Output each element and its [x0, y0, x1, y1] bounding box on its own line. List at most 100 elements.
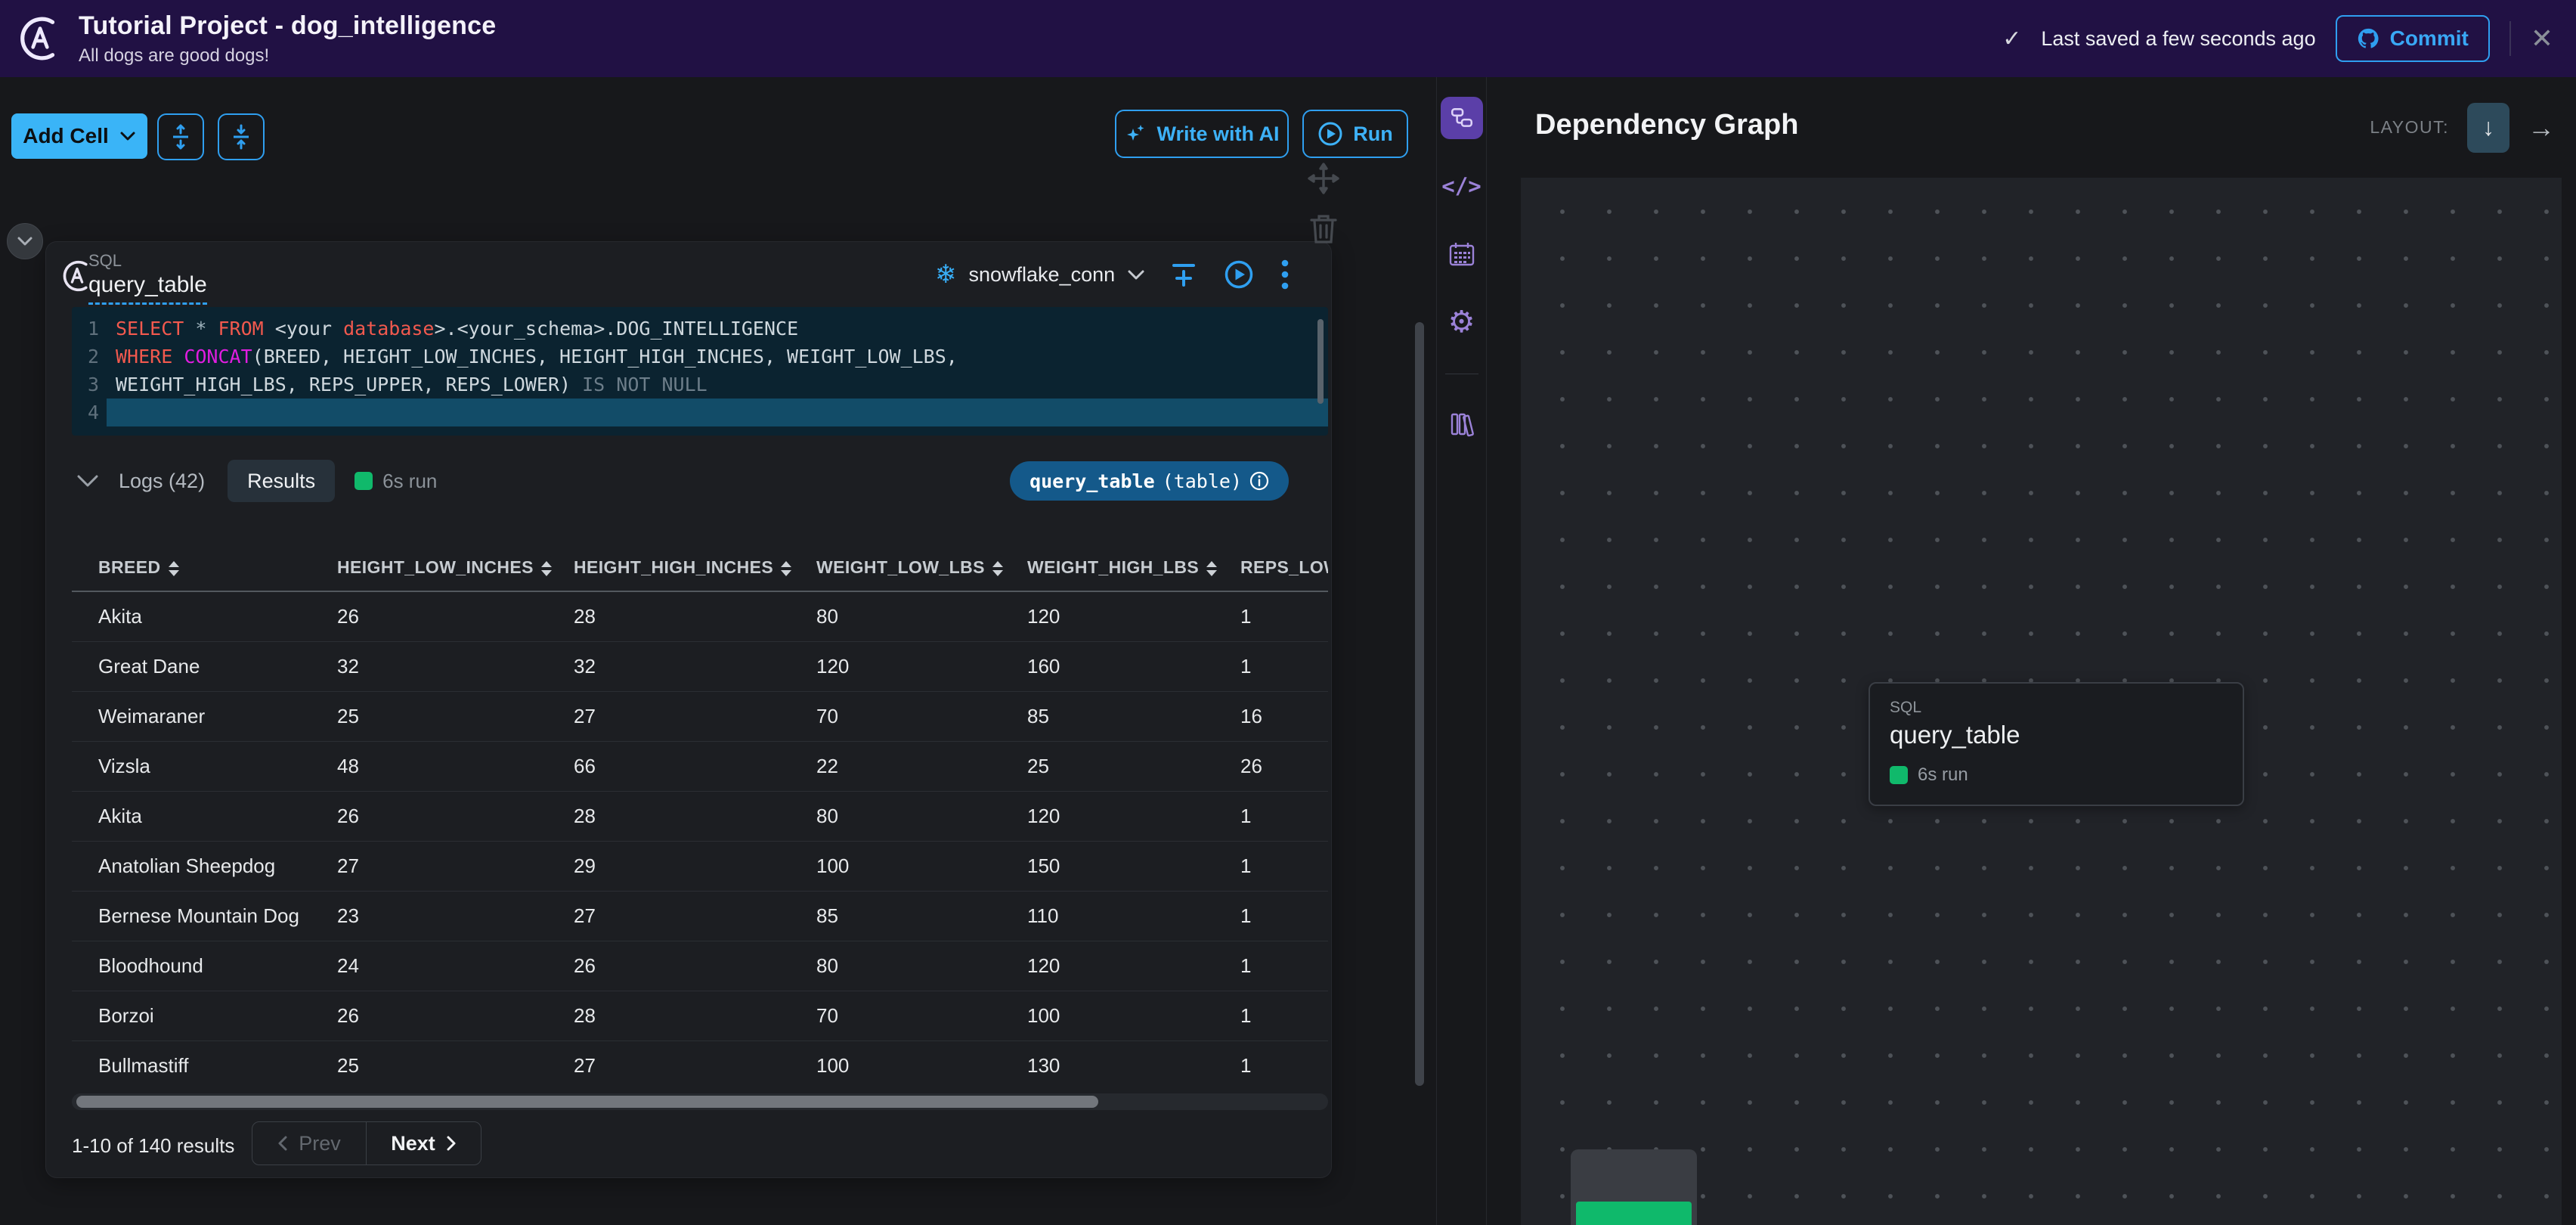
cell-menu-icon[interactable]	[1281, 259, 1289, 290]
add-filter-icon[interactable]	[1171, 259, 1197, 290]
code-text: WEIGHT_HIGH_LBS, REPS_UPPER, REPS_LOWER)…	[116, 374, 707, 395]
column-header[interactable]: REPS_LOWER	[1240, 544, 1328, 592]
sort-icon[interactable]	[781, 560, 792, 576]
table-cell: 28	[574, 791, 816, 842]
close-icon[interactable]: ✕	[2531, 25, 2553, 52]
table-cell: 100	[816, 1040, 1027, 1090]
code-line[interactable]: 2 WHERE CONCAT(BREED, HEIGHT_LOW_INCHES, …	[72, 343, 1328, 371]
column-header[interactable]: HEIGHT_HIGH_INCHES	[574, 544, 816, 592]
sidebar-item-library[interactable]	[1441, 403, 1483, 445]
output-table-badge[interactable]: query_table (table)	[1010, 461, 1289, 501]
table-cell: 1	[1240, 941, 1328, 991]
run-success-indicator	[1890, 766, 1908, 784]
sort-icon[interactable]	[1206, 560, 1218, 576]
graph-icon	[1451, 108, 1472, 127]
panel-title: Dependency Graph	[1535, 109, 1799, 141]
sql-code-editor[interactable]: 1 SELECT * FROM <your database>.<your_sch…	[72, 307, 1328, 436]
graph-minimap[interactable]	[1571, 1149, 1697, 1225]
notebook-scrollbar[interactable]	[1415, 304, 1424, 1174]
project-title[interactable]: Tutorial Project - dog_intelligence	[79, 11, 496, 41]
column-header[interactable]: WEIGHT_LOW_LBS	[816, 544, 1027, 592]
cell-name-input[interactable]: query_table	[88, 272, 207, 305]
table-cell: 28	[574, 591, 816, 642]
column-header[interactable]: HEIGHT_LOW_INCHES	[337, 544, 574, 592]
table-cell: Great Dane	[72, 641, 337, 692]
table-cell: Vizsla	[72, 741, 337, 792]
next-page-button[interactable]: Next	[367, 1122, 481, 1165]
table-cell: 27	[337, 841, 574, 892]
cell-header: SQL query_table ❄ snowflake_conn	[46, 248, 1331, 305]
tab-results[interactable]: Results	[228, 460, 336, 502]
run-success-indicator	[355, 472, 373, 490]
github-icon	[2358, 28, 2379, 48]
column-header[interactable]: BREED	[72, 544, 337, 592]
scrollbar-thumb[interactable]	[76, 1096, 1098, 1108]
table-cell: 29	[574, 841, 816, 892]
app-header: Tutorial Project - dog_intelligence All …	[0, 0, 2576, 77]
expand-all-cells-button[interactable]	[157, 113, 204, 160]
table-cell: 100	[816, 841, 1027, 892]
code-line[interactable]: 1 SELECT * FROM <your database>.<your_sch…	[72, 315, 1328, 343]
chevron-down-icon[interactable]	[76, 474, 99, 488]
collapse-cell-button[interactable]	[7, 223, 43, 259]
collapse-all-cells-button[interactable]	[218, 113, 265, 160]
scrollbar-thumb[interactable]	[1415, 322, 1424, 1086]
code-line[interactable]: 4	[72, 399, 1328, 426]
collapse-panel-icon[interactable]: →	[2528, 112, 2555, 144]
table-cell: 26	[1240, 741, 1328, 792]
sidebar-item-settings[interactable]: ⚙	[1441, 301, 1483, 343]
table-cell: 80	[816, 791, 1027, 842]
table-cell: 27	[574, 691, 816, 742]
table-row: Great Dane 32 32 120 160 1	[72, 641, 1328, 692]
tab-logs[interactable]: Logs (42)	[119, 470, 205, 493]
table-cell: 1	[1240, 641, 1328, 692]
run-cell-icon[interactable]	[1224, 259, 1254, 290]
add-cell-button[interactable]: Add Cell	[11, 113, 147, 159]
node-run-status: 6s run	[1890, 764, 2243, 786]
column-label: BREED	[98, 557, 161, 577]
write-with-ai-button[interactable]: Write with AI	[1115, 110, 1289, 158]
table-cell: 24	[337, 941, 574, 991]
layout-direction-button[interactable]: ↓	[2467, 102, 2509, 153]
table-cell: 26	[574, 941, 816, 991]
move-cell-icon[interactable]	[1307, 162, 1340, 195]
delete-cell-icon[interactable]	[1308, 212, 1339, 245]
sidebar-item-dependency-graph[interactable]	[1440, 97, 1483, 139]
prev-page-button[interactable]: Prev	[252, 1122, 367, 1165]
table-cell: Borzoi	[72, 991, 337, 1041]
table-cell: 26	[337, 991, 574, 1041]
sidebar-item-schedule[interactable]	[1441, 233, 1483, 275]
run-time: 6s run	[382, 469, 438, 492]
collapse-vertical-icon	[234, 124, 249, 150]
line-number: 1	[87, 318, 99, 340]
table-cell: 130	[1027, 1040, 1240, 1090]
graph-canvas[interactable]: SQL query_table 6s run	[1521, 178, 2562, 1225]
table-cell: 110	[1027, 891, 1240, 941]
table-row: Weimaraner 25 27 70 85 16	[72, 691, 1328, 742]
table-cell: 100	[1027, 991, 1240, 1041]
line-number: 2	[87, 346, 99, 368]
table-row: Anatolian Sheepdog 27 29 100 150 1	[72, 841, 1328, 892]
column-header[interactable]: WEIGHT_HIGH_LBS	[1027, 544, 1240, 592]
code-line[interactable]: 3 WEIGHT_HIGH_LBS, REPS_UPPER, REPS_LOWER…	[72, 371, 1328, 399]
commit-button[interactable]: Commit	[2335, 15, 2490, 62]
sidebar-item-code[interactable]: </>	[1441, 165, 1483, 207]
dependency-graph-panel: Dependency Graph LAYOUT: ↓ → SQL query_t…	[1486, 77, 2576, 1225]
connection-selector[interactable]: ❄ snowflake_conn	[935, 262, 1145, 287]
chevron-right-icon	[447, 1136, 456, 1151]
gear-icon: ⚙	[1447, 305, 1475, 339]
sort-icon[interactable]	[540, 560, 552, 576]
sort-icon[interactable]	[168, 560, 179, 576]
project-subtitle[interactable]: All dogs are good dogs!	[79, 45, 496, 67]
code-scrollbar[interactable]	[1317, 319, 1324, 404]
table-cell: Anatolian Sheepdog	[72, 841, 337, 892]
calendar-icon	[1449, 243, 1474, 266]
run-button[interactable]: Run	[1302, 110, 1408, 158]
info-icon[interactable]	[1249, 471, 1269, 491]
sort-icon[interactable]	[992, 560, 1003, 576]
table-cell: 80	[816, 941, 1027, 991]
add-cell-label: Add Cell	[23, 124, 109, 147]
graph-node-query-table[interactable]: SQL query_table 6s run	[1869, 682, 2244, 806]
table-horizontal-scrollbar[interactable]	[72, 1093, 1328, 1110]
table-cell: 27	[574, 891, 816, 941]
